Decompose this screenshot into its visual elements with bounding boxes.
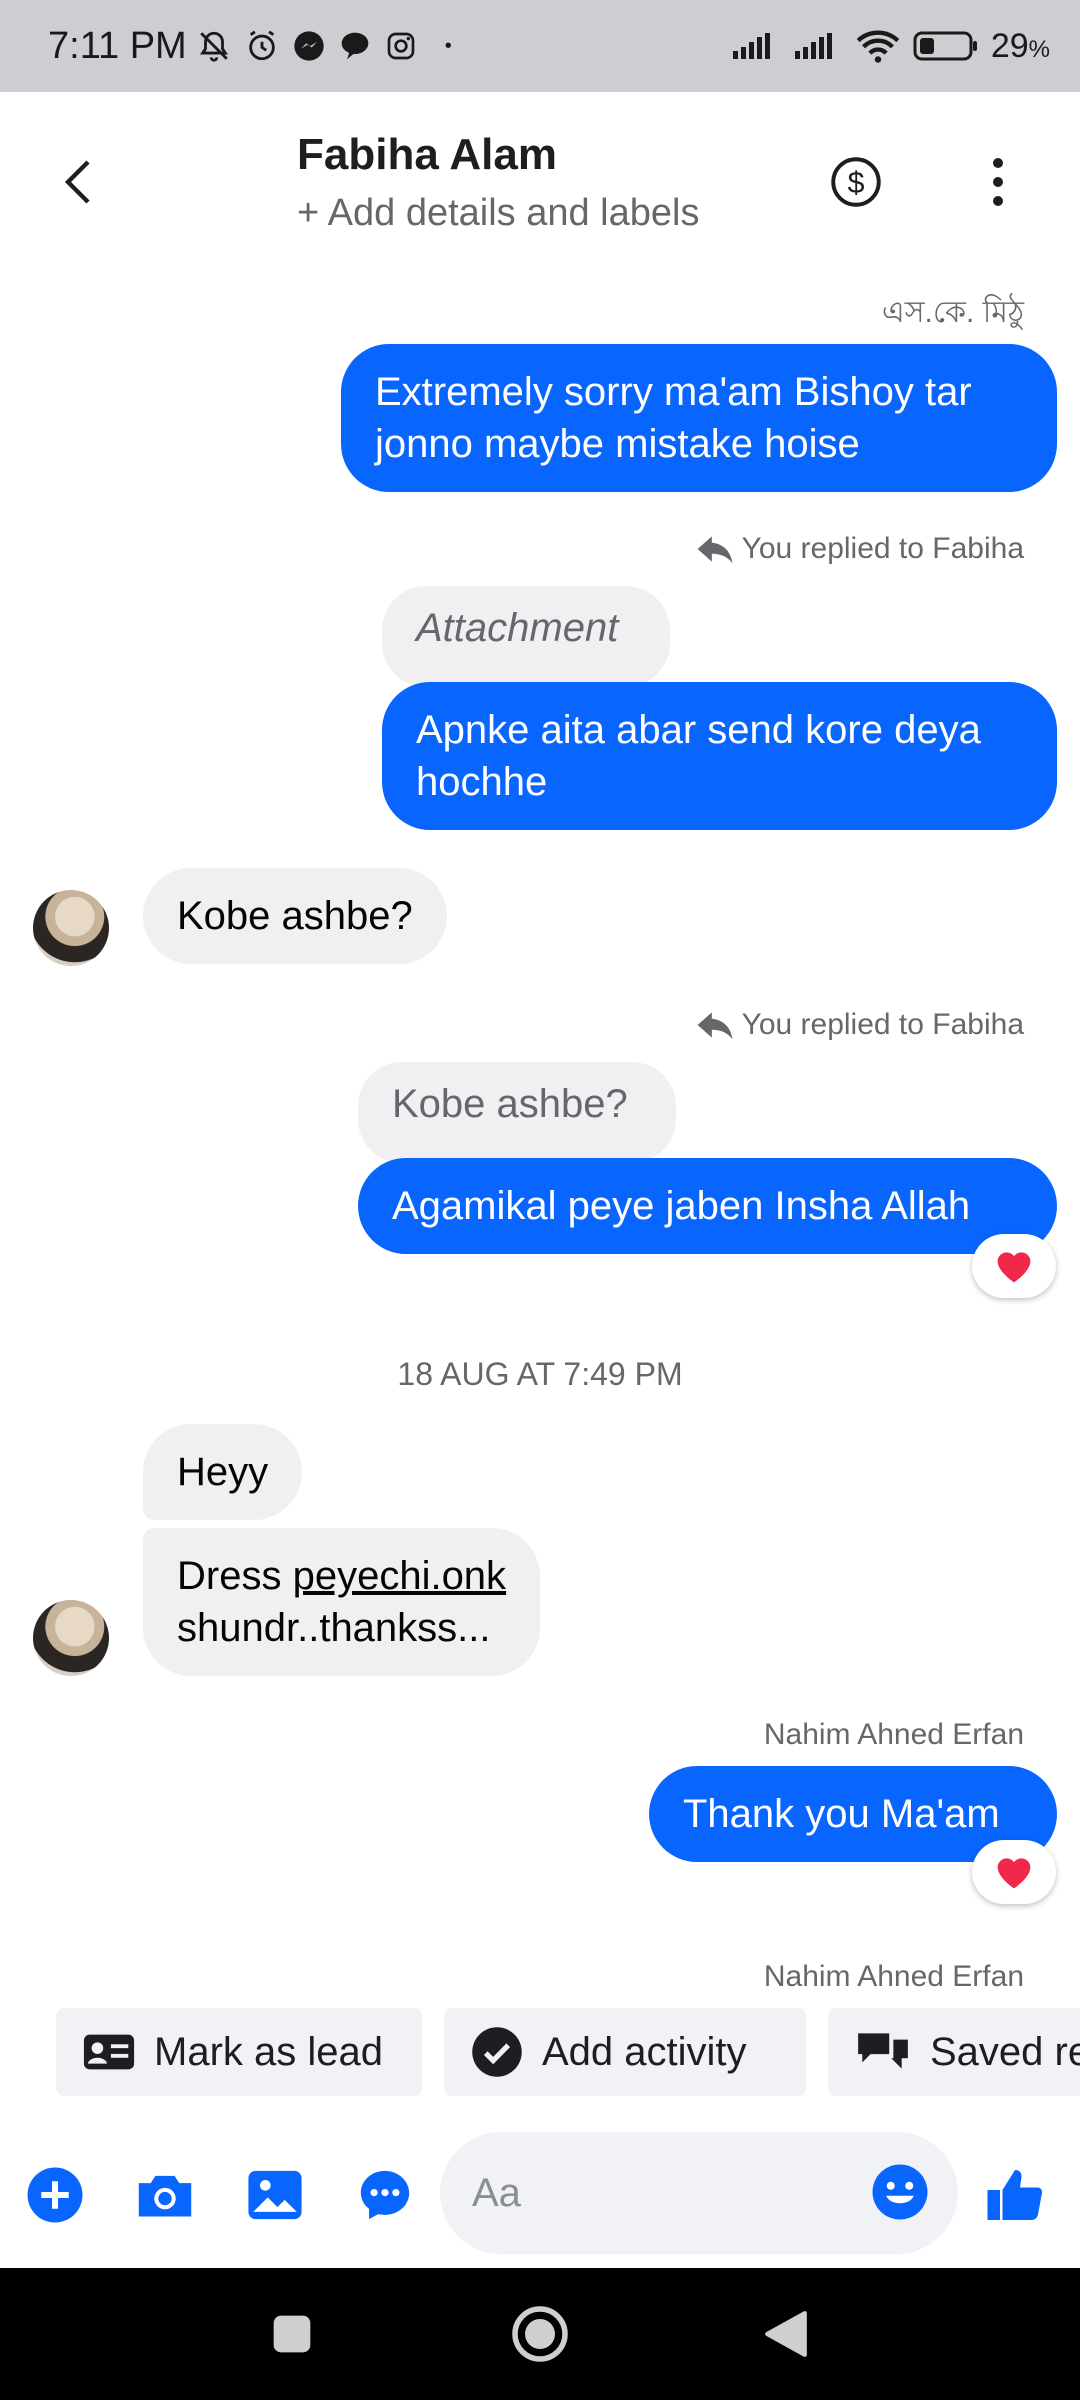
outgoing-message[interactable]: Apnke aita abar send kore deya hochhe xyxy=(382,682,1057,830)
gallery-icon xyxy=(248,2170,302,2220)
status-system-icons: 29% xyxy=(731,27,1050,66)
heart-reaction[interactable] xyxy=(972,1234,1056,1298)
instagram-icon xyxy=(387,32,415,60)
outgoing-message[interactable]: Extremely sorry ma'am Bishoy tar jonno m… xyxy=(341,344,1057,492)
message-link[interactable]: peyechi.onk xyxy=(293,1554,506,1598)
battery-percent: 29% xyxy=(990,26,1050,65)
contact-card-icon xyxy=(83,2034,135,2070)
status-time: 7:11 PM xyxy=(48,24,187,67)
incoming-message[interactable]: Heyy xyxy=(143,1424,303,1520)
saved-replies-button[interactable]: Saved re xyxy=(828,2008,1080,2096)
sender-label: Nahim Ahned Erfan xyxy=(763,1960,1024,1993)
add-activity-button[interactable]: Add activity xyxy=(444,2008,806,2096)
thumbs-up-icon xyxy=(987,2170,1043,2220)
check-circle-icon xyxy=(472,2027,522,2077)
outgoing-message[interactable]: Agamikal peye jaben Insha Allah xyxy=(358,1158,1057,1254)
camera-icon xyxy=(138,2175,192,2217)
status-bar: 7:11 PM • 29% xyxy=(0,0,1080,92)
like-button[interactable] xyxy=(984,2164,1046,2226)
home-circle-icon xyxy=(512,2306,568,2362)
reply-arrow-icon xyxy=(697,1012,732,1040)
signal-icon xyxy=(732,33,770,59)
recents-button[interactable] xyxy=(262,2304,322,2364)
bell-off-icon xyxy=(199,31,228,62)
saved-replies-icon xyxy=(858,2033,908,2069)
emoji-icon xyxy=(872,2164,928,2220)
more-options-button[interactable] xyxy=(980,152,1016,212)
plus-button[interactable] xyxy=(24,2164,86,2226)
quick-actions-row: Mark as lead Add activity Saved re xyxy=(0,2008,1080,2096)
camera-button[interactable] xyxy=(134,2164,196,2226)
sender-label: এস.কে. মিঠু xyxy=(881,296,1024,329)
speech-bubble-icon xyxy=(341,32,369,60)
status-notification-icons: • xyxy=(197,29,452,63)
avatar[interactable] xyxy=(33,890,109,966)
heart-reaction[interactable] xyxy=(972,1840,1056,1904)
chat-bubble-icon xyxy=(360,2170,410,2220)
signal-icon-2 xyxy=(794,33,832,59)
plus-icon xyxy=(27,2167,83,2223)
mark-as-lead-button[interactable]: Mark as lead xyxy=(56,2008,422,2096)
more-vertical-icon xyxy=(993,158,1003,168)
sender-label: Nahim Ahned Erfan xyxy=(763,1718,1024,1751)
back-button[interactable] xyxy=(50,152,110,212)
dollar-circle-icon: $ xyxy=(831,157,881,207)
triangle-back-icon xyxy=(765,2311,807,2357)
system-navigation-bar xyxy=(0,2268,1080,2400)
reply-arrow-icon xyxy=(697,536,732,564)
heart-icon xyxy=(997,1252,1031,1283)
chat-button[interactable] xyxy=(354,2164,416,2226)
back-nav-button[interactable] xyxy=(756,2304,816,2364)
message-input[interactable] xyxy=(472,2132,852,2254)
message-input-container[interactable] xyxy=(440,2132,958,2254)
payment-button[interactable]: $ xyxy=(830,156,882,208)
quoted-message[interactable]: Attachment xyxy=(382,586,670,687)
status-dot: • xyxy=(444,34,452,57)
message-composer xyxy=(0,2118,1080,2268)
incoming-message[interactable]: Dress peyechi.onk shundr..thankss... xyxy=(143,1528,541,1676)
messenger-icon xyxy=(294,31,324,61)
add-details-link[interactable]: + Add details and labels xyxy=(297,192,699,235)
home-button[interactable] xyxy=(510,2304,570,2364)
conversation-header: Fabiha Alam + Add details and labels $ xyxy=(0,92,1080,254)
reply-indicator: You replied to Fabiha xyxy=(696,1008,1024,1042)
emoji-button[interactable] xyxy=(870,2162,930,2222)
incoming-message[interactable]: Kobe ashbe? xyxy=(143,868,447,964)
quoted-message[interactable]: Kobe ashbe? xyxy=(358,1062,676,1163)
square-icon xyxy=(273,2315,311,2353)
alarm-icon xyxy=(248,30,275,61)
date-separator: 18 AUG AT 7:49 PM xyxy=(397,1356,683,1392)
battery-icon xyxy=(913,31,977,61)
gallery-button[interactable] xyxy=(244,2164,306,2226)
svg-text:$: $ xyxy=(848,167,865,200)
wifi-icon xyxy=(856,30,900,63)
heart-icon xyxy=(997,1858,1031,1889)
contact-name[interactable]: Fabiha Alam xyxy=(297,130,557,180)
avatar[interactable] xyxy=(33,1600,109,1676)
chevron-left-icon xyxy=(64,160,90,204)
reply-indicator: You replied to Fabiha xyxy=(696,532,1024,566)
